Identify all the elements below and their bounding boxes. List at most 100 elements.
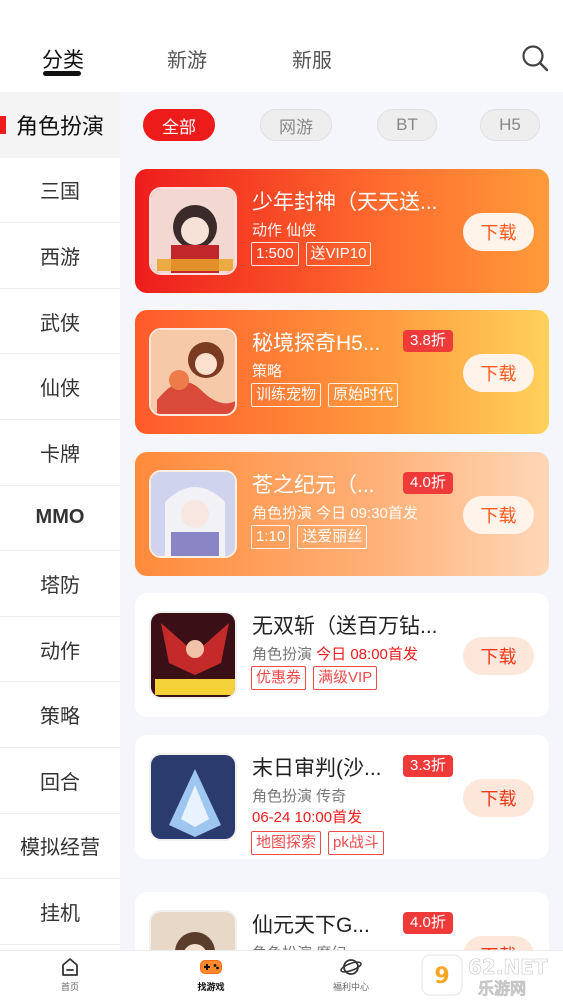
download-button[interactable]: 下载 [463, 213, 534, 251]
game-icon-image [149, 187, 237, 275]
game-title: 苍之纪元（... [252, 474, 375, 497]
game-genre: 角色扮演 传奇 [252, 788, 347, 805]
sidebar-item-label: 仙侠 [40, 378, 80, 401]
game-title: 少年封神（天天送... [252, 191, 438, 214]
game-tags: 1:500 送VIP10 [251, 242, 372, 266]
game-list-panel: 全部 网游 BT H5 少年封神（天天送... 动作 仙侠 1:500 送VIP… [120, 92, 563, 950]
active-category-marker [0, 116, 6, 134]
game-tags: 训练宠物 原始时代 [251, 383, 399, 407]
nav-welfare-center[interactable]: 福利中心 [316, 957, 386, 993]
sidebar-item-label: 回合 [40, 771, 80, 794]
sidebar-item-label: 角色扮演 [15, 113, 104, 139]
sidebar-item-label: 西游 [40, 246, 80, 269]
discount-badge: 3.8折 [403, 330, 453, 352]
game-tag: 训练宠物 [251, 383, 322, 407]
top-navigation: 分类 新游 新服 [0, 0, 563, 92]
nav-find-games[interactable]: 找游戏 [176, 957, 246, 993]
game-category: 角色扮演 [252, 646, 317, 663]
game-card[interactable]: 秘境探奇H5... 3.8折 策略 训练宠物 原始时代 下载 [135, 310, 549, 434]
game-card[interactable]: 无双斩（送百万钻... 角色扮演 今日 08:00首发 优惠券 满级VIP 下载 [135, 593, 549, 717]
game-tag: pk战斗 [328, 831, 384, 855]
game-icon-image [149, 753, 237, 841]
game-tag: 送爱丽丝 [297, 525, 368, 549]
discount-badge: 4.0折 [403, 912, 453, 934]
game-card[interactable]: 末日审判(沙... 3.3折 角色扮演 传奇 06-24 10:00首发 地图探… [135, 735, 549, 859]
release-time: 今日 08:00首发 [316, 646, 418, 663]
sidebar-item-turn-based[interactable]: 回合 [0, 748, 120, 814]
sidebar-item-role-playing[interactable]: 角色扮演 [0, 92, 120, 158]
sidebar-item-label: 塔防 [40, 574, 80, 597]
game-tag: 原始时代 [328, 383, 399, 407]
home-icon [62, 958, 78, 976]
game-tags: 地图探索 pk战斗 [251, 831, 384, 855]
svg-text:乐游网: 乐游网 [478, 979, 526, 998]
game-tag: 优惠券 [251, 666, 307, 690]
game-tags: 优惠券 满级VIP [251, 666, 378, 690]
sidebar-item-label: 挂机 [40, 902, 80, 925]
active-tab-indicator [43, 71, 81, 76]
game-title: 秘境探奇H5... [252, 332, 381, 355]
sidebar-item-label: 三国 [40, 181, 80, 204]
tab-new-servers[interactable]: 新服 [292, 44, 332, 73]
game-tag: 满级VIP [313, 666, 378, 690]
game-card[interactable]: 仙元天下G... 4.0折 角色扮演 魔幻 下载 [135, 892, 549, 950]
sidebar-item-label: 卡牌 [40, 443, 80, 466]
category-sidebar: 角色扮演 三国 西游 武侠 仙侠 卡牌 MMO 塔防 动作 策略 回合 模拟经营… [0, 92, 120, 950]
sidebar-item-label: 武侠 [40, 312, 80, 335]
game-tag: 1:10 [251, 525, 291, 549]
sidebar-item-xianxia[interactable]: 仙侠 [0, 354, 120, 420]
filter-h5[interactable]: H5 [480, 109, 540, 141]
download-button[interactable]: 下载 [463, 936, 534, 950]
nav-home[interactable]: 首页 [35, 957, 105, 993]
sidebar-item-journey-west[interactable]: 西游 [0, 223, 120, 289]
search-icon[interactable] [521, 44, 549, 72]
svg-text:62.NET: 62.NET [468, 955, 548, 979]
site-watermark-logo: 9 62.NET 乐游网 [421, 954, 548, 998]
sidebar-item-three-kingdoms[interactable]: 三国 [0, 158, 120, 224]
tab-category[interactable]: 分类 [42, 44, 84, 74]
sidebar-item-card[interactable]: 卡牌 [0, 420, 120, 486]
game-genre: 角色扮演 魔幻 [252, 942, 346, 950]
game-icon-image [149, 328, 237, 416]
sidebar-item-idle[interactable]: 挂机 [0, 879, 120, 945]
gamepad-icon [200, 960, 222, 974]
game-icon-image [149, 470, 237, 558]
game-title: 仙元天下G... [252, 914, 370, 937]
planet-icon [340, 959, 362, 975]
discount-badge: 4.0折 [403, 472, 453, 494]
game-card[interactable]: 少年封神（天天送... 动作 仙侠 1:500 送VIP10 下载 [135, 169, 549, 293]
game-title: 末日审判(沙... [252, 757, 382, 780]
release-time: 06-24 10:00首发 [252, 809, 363, 826]
sidebar-item-strategy[interactable]: 策略 [0, 682, 120, 748]
game-icon-image [149, 611, 237, 699]
game-genre: 角色扮演 今日 09:30首发 [252, 505, 418, 522]
download-button[interactable]: 下载 [463, 637, 534, 675]
game-genre: 策略 [252, 363, 283, 380]
sidebar-item-mmo[interactable]: MMO [0, 486, 120, 552]
filter-online[interactable]: 网游 [260, 109, 332, 141]
game-title: 无双斩（送百万钻... [252, 615, 438, 638]
sidebar-item-tower-defense[interactable]: 塔防 [0, 551, 120, 617]
game-tag: 1:500 [251, 242, 299, 266]
filter-chips: 全部 网游 BT H5 [120, 92, 563, 160]
filter-bt[interactable]: BT [377, 109, 437, 141]
game-icon-image [149, 910, 237, 950]
download-button[interactable]: 下载 [463, 779, 534, 817]
discount-badge: 3.3折 [403, 755, 453, 777]
sidebar-item-simulation[interactable]: 模拟经营 [0, 814, 120, 880]
tab-new-games[interactable]: 新游 [167, 44, 207, 73]
nav-label: 首页 [60, 982, 79, 992]
game-tags: 1:10 送爱丽丝 [251, 525, 368, 549]
sidebar-item-wuxia[interactable]: 武侠 [0, 289, 120, 355]
game-card[interactable]: 苍之纪元（... 4.0折 角色扮演 今日 09:30首发 1:10 送爱丽丝 … [135, 452, 549, 576]
game-genre: 角色扮演 今日 08:00首发 [252, 643, 418, 664]
sidebar-item-label: MMO [35, 506, 85, 529]
nav-label: 找游戏 [197, 982, 225, 992]
download-button[interactable]: 下载 [463, 496, 534, 534]
download-button[interactable]: 下载 [463, 354, 534, 392]
svg-text:9: 9 [434, 964, 449, 989]
sidebar-item-action[interactable]: 动作 [0, 617, 120, 683]
sidebar-item-label: 模拟经营 [20, 837, 100, 860]
sidebar-item-label: 动作 [40, 640, 80, 663]
filter-all[interactable]: 全部 [143, 109, 215, 141]
